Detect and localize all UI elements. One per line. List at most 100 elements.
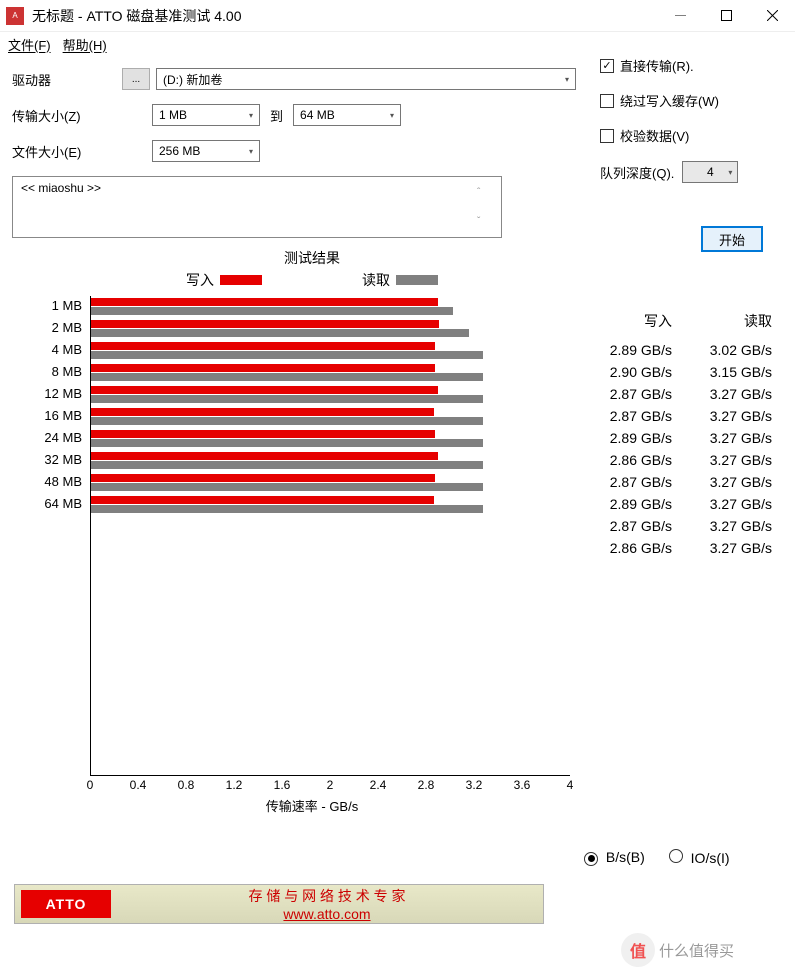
- verify-checkbox[interactable]: 校验数据(V): [600, 126, 770, 145]
- result-row: 2.87 GB/s3.27 GB/s: [572, 471, 772, 493]
- result-row: 2.89 GB/s3.27 GB/s: [572, 427, 772, 449]
- y-label: 64 MB: [12, 496, 90, 518]
- watermark-icon: 值: [621, 933, 655, 967]
- y-label: 32 MB: [12, 452, 90, 474]
- menu-file[interactable]: 文件(F): [8, 35, 51, 54]
- write-bar: [91, 298, 438, 306]
- bar-pair: [91, 362, 570, 384]
- bar-pair: [91, 340, 570, 362]
- result-row: 2.90 GB/s3.15 GB/s: [572, 361, 772, 383]
- footer-text: 存 储 与 网 络 技 术 专 家 www.atto.com: [111, 886, 543, 922]
- watermark-text: 什么值得买: [659, 940, 734, 961]
- x-tick: 0.8: [178, 778, 195, 792]
- read-bar: [91, 329, 469, 337]
- start-button[interactable]: 开始: [701, 226, 763, 252]
- result-write: 2.87 GB/s: [572, 518, 672, 534]
- x-tick: 2: [327, 778, 334, 792]
- result-write: 2.89 GB/s: [572, 430, 672, 446]
- radio-bs[interactable]: B/s(B): [584, 849, 645, 866]
- x-axis-ticks: 00.40.81.21.622.42.83.23.64: [90, 778, 570, 794]
- footer-banner: ATTO 存 储 与 网 络 技 术 专 家 www.atto.com: [14, 884, 544, 924]
- chevron-down-icon[interactable]: ˇ: [477, 216, 493, 227]
- minimize-button[interactable]: [657, 0, 703, 32]
- read-bar: [91, 307, 453, 315]
- result-read: 3.27 GB/s: [672, 452, 772, 468]
- browse-button[interactable]: ...: [122, 68, 150, 90]
- result-read: 3.27 GB/s: [672, 386, 772, 402]
- y-label: 8 MB: [12, 364, 90, 386]
- transfer-from-select[interactable]: 1 MB ▾: [152, 104, 260, 126]
- description-box[interactable]: << miaoshu >> ˆ ˇ: [12, 176, 502, 238]
- read-bar: [91, 351, 483, 359]
- result-read: 3.27 GB/s: [672, 518, 772, 534]
- queue-depth-value: 4: [707, 165, 714, 179]
- x-tick: 3.6: [514, 778, 531, 792]
- y-label: 2 MB: [12, 320, 90, 342]
- menu-help[interactable]: 帮助(H): [63, 35, 107, 54]
- x-tick: 0: [87, 778, 94, 792]
- chevron-up-icon[interactable]: ˆ: [477, 187, 493, 198]
- bar-pair: [91, 428, 570, 450]
- direct-io-checkbox[interactable]: ✓ 直接传输(R).: [600, 56, 770, 75]
- transfer-to-value: 64 MB: [300, 108, 335, 122]
- result-read: 3.27 GB/s: [672, 496, 772, 512]
- radio-ios-label: IO/s(I): [691, 850, 730, 866]
- result-write: 2.87 GB/s: [572, 474, 672, 490]
- write-bar: [91, 430, 435, 438]
- result-row: 2.89 GB/s3.27 GB/s: [572, 493, 772, 515]
- drive-select[interactable]: (D:) 新加卷 ▾: [156, 68, 576, 90]
- y-label: 12 MB: [12, 386, 90, 408]
- chevron-down-icon: ▾: [557, 75, 569, 84]
- queue-depth-select[interactable]: 4 ▾: [682, 161, 738, 183]
- spinner-arrows[interactable]: ˆ ˇ: [477, 181, 493, 233]
- result-write: 2.87 GB/s: [572, 408, 672, 424]
- units-selector: B/s(B) IO/s(I): [584, 849, 730, 866]
- x-tick: 2.8: [418, 778, 435, 792]
- write-bar: [91, 452, 438, 460]
- result-row: 2.89 GB/s3.02 GB/s: [572, 339, 772, 361]
- verify-label: 校验数据(V): [620, 126, 689, 145]
- transfer-to-select[interactable]: 64 MB ▾: [293, 104, 401, 126]
- result-write: 2.89 GB/s: [572, 342, 672, 358]
- titlebar: A 无标题 - ATTO 磁盘基准测试 4.00: [0, 0, 795, 32]
- footer-url[interactable]: www.atto.com: [111, 906, 543, 922]
- legend-write-label: 写入: [186, 270, 214, 290]
- y-axis-labels: 1 MB2 MB4 MB8 MB12 MB16 MB24 MB32 MB48 M…: [12, 296, 90, 776]
- checkbox-icon: [600, 94, 614, 108]
- filesize-label: 文件大小(E): [12, 142, 122, 161]
- results-header: 写入 读取: [572, 311, 772, 331]
- checkbox-checked-icon: ✓: [600, 59, 614, 73]
- app-icon: A: [6, 7, 24, 25]
- close-button[interactable]: [749, 0, 795, 32]
- plot-area: [90, 296, 570, 776]
- bar-pair: [91, 318, 570, 340]
- footer-line1: 存 储 与 网 络 技 术 专 家: [111, 886, 543, 906]
- write-bar: [91, 496, 434, 504]
- read-bar: [91, 483, 483, 491]
- result-write: 2.86 GB/s: [572, 452, 672, 468]
- bypass-cache-checkbox[interactable]: 绕过写入缓存(W): [600, 91, 770, 110]
- result-write: 2.86 GB/s: [572, 540, 672, 556]
- result-read: 3.15 GB/s: [672, 364, 772, 380]
- chart-legend: 写入 读取: [12, 270, 572, 290]
- write-swatch: [220, 275, 262, 285]
- radio-icon: [669, 849, 683, 863]
- legend-read: 读取: [362, 270, 438, 290]
- write-header: 写入: [572, 311, 672, 331]
- filesize-select[interactable]: 256 MB ▾: [152, 140, 260, 162]
- direct-io-label: 直接传输(R).: [620, 56, 694, 75]
- chart-title: 测试结果: [12, 248, 572, 268]
- write-bar: [91, 474, 435, 482]
- bar-pair: [91, 296, 570, 318]
- results-table: 写入 读取 2.89 GB/s3.02 GB/s2.90 GB/s3.15 GB…: [572, 311, 772, 559]
- result-write: 2.87 GB/s: [572, 386, 672, 402]
- x-tick: 4: [567, 778, 574, 792]
- y-label: 48 MB: [12, 474, 90, 496]
- queue-depth-label: 队列深度(Q).: [600, 163, 674, 182]
- legend-write: 写入: [186, 270, 262, 290]
- bypass-cache-label: 绕过写入缓存(W): [620, 91, 719, 110]
- result-read: 3.27 GB/s: [672, 474, 772, 490]
- radio-ios[interactable]: IO/s(I): [669, 849, 730, 866]
- y-label: 24 MB: [12, 430, 90, 452]
- maximize-button[interactable]: [703, 0, 749, 32]
